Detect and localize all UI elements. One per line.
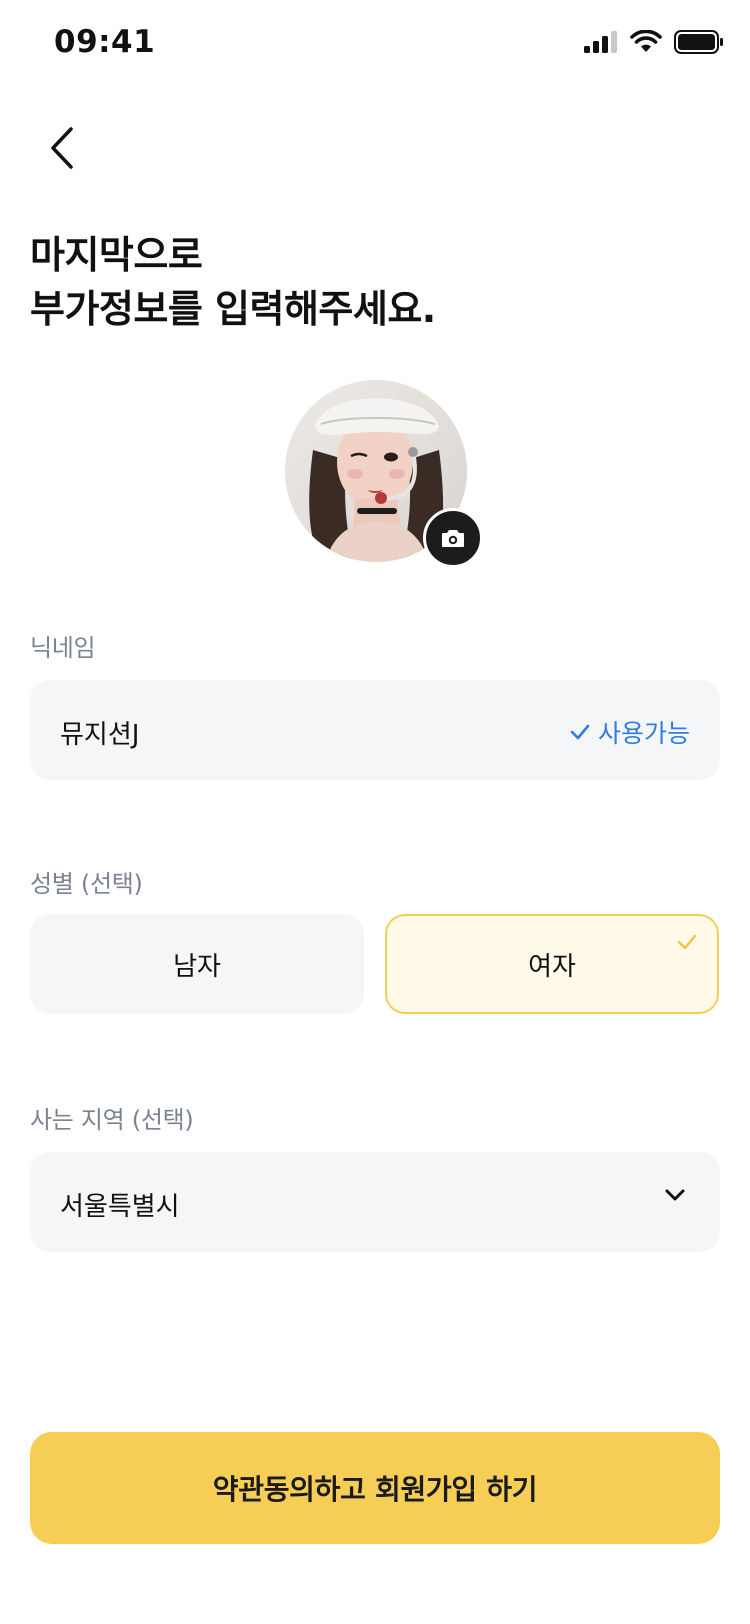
gender-label: 성별 (선택) bbox=[30, 870, 143, 898]
signup-button-label: 약관동의하고 회원가입 하기 bbox=[212, 1473, 538, 1506]
title-line-1: 마지막으로 bbox=[30, 233, 203, 277]
chevron-left-icon bbox=[51, 127, 73, 169]
nickname-label: 닉네임 bbox=[30, 634, 96, 662]
title-line-2: 부가정보를 입력해주세요. bbox=[30, 287, 436, 331]
region-value: 서울특별시 bbox=[60, 1192, 180, 1222]
status-icons bbox=[584, 30, 724, 54]
nickname-value: 뮤지션J bbox=[60, 720, 140, 750]
wifi-icon bbox=[630, 30, 662, 52]
page-title: 마지막으로 부가정보를 입력해주세요. bbox=[30, 228, 436, 336]
battery-icon bbox=[674, 30, 723, 54]
signup-button[interactable]: 약관동의하고 회원가입 하기 bbox=[30, 1432, 720, 1544]
region-label: 사는 지역 (선택) bbox=[30, 1106, 194, 1134]
gender-option-female[interactable]: 여자 bbox=[385, 914, 719, 1014]
check-icon bbox=[570, 724, 590, 740]
check-icon bbox=[677, 934, 697, 950]
status-time: 09:41 bbox=[54, 24, 156, 60]
cellular-signal-icon bbox=[584, 31, 617, 53]
profile-photo[interactable] bbox=[285, 380, 483, 568]
camera-icon bbox=[442, 530, 464, 547]
nickname-availability: 사용가능 bbox=[570, 714, 690, 750]
region-select[interactable]: 서울특별시 bbox=[30, 1152, 720, 1252]
gender-option-label: 여자 bbox=[528, 951, 576, 982]
availability-text: 사용가능 bbox=[597, 719, 690, 748]
camera-button[interactable] bbox=[423, 508, 483, 568]
chevron-down-icon bbox=[665, 1189, 685, 1201]
gender-option-male[interactable]: 남자 bbox=[30, 914, 364, 1014]
status-bar: 09:41 bbox=[0, 0, 750, 88]
back-button[interactable] bbox=[34, 118, 90, 178]
nickname-field[interactable]: 뮤지션J 사용가능 bbox=[30, 680, 720, 780]
gender-option-label: 남자 bbox=[173, 951, 221, 982]
